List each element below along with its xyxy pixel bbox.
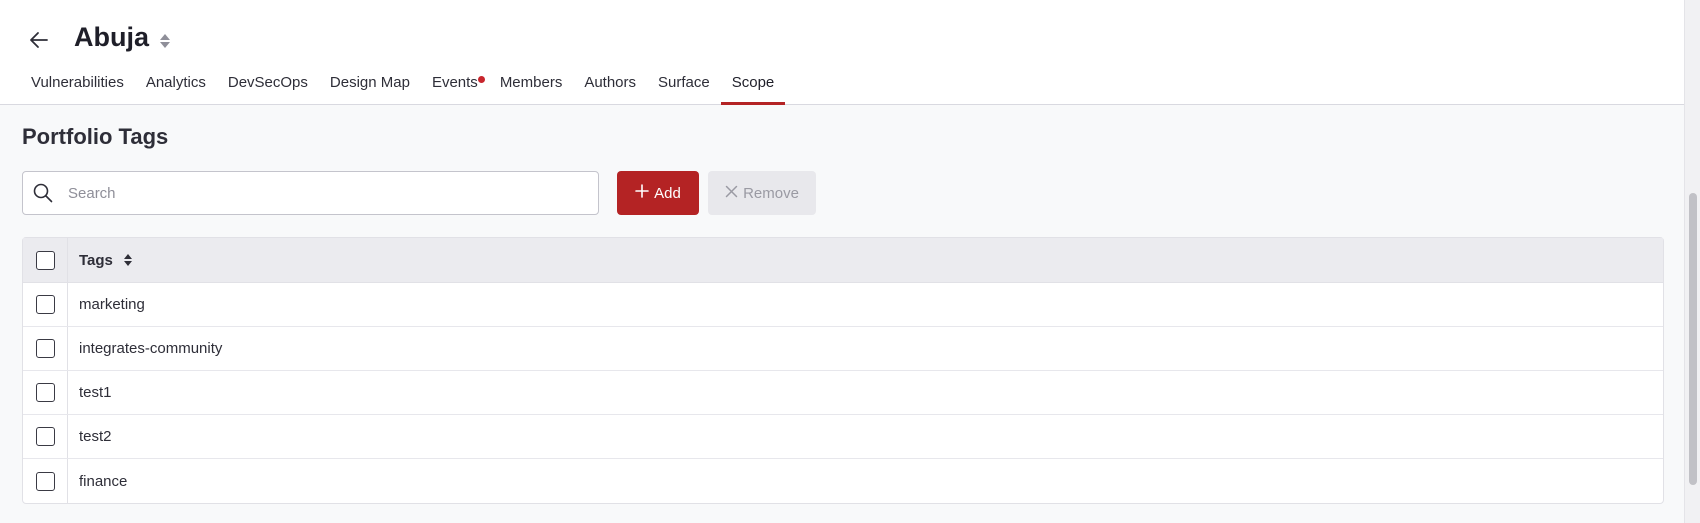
sort-selector-icon[interactable] [158, 32, 172, 50]
tab-label: Vulnerabilities [31, 74, 124, 91]
row-checkbox[interactable] [35, 427, 55, 446]
tab-label: Analytics [145, 74, 206, 91]
tab-label: Scope [731, 74, 775, 91]
table-row[interactable]: integrates-community [23, 327, 1663, 371]
table-row[interactable]: marketing [23, 283, 1663, 327]
search-icon [32, 182, 54, 204]
row-select-cell [23, 415, 68, 458]
tag-cell: test2 [79, 428, 112, 445]
tab-members[interactable]: Members [489, 64, 574, 105]
add-button[interactable]: Add [617, 171, 699, 215]
table-header-row: Tags [23, 238, 1663, 283]
row-select-cell [23, 371, 68, 414]
table-row[interactable]: finance [23, 459, 1663, 503]
row-checkbox[interactable] [35, 383, 55, 402]
row-select-cell [23, 459, 68, 503]
row-checkbox[interactable] [35, 471, 55, 491]
row-select-cell [23, 327, 68, 370]
tab-scope[interactable]: Scope [720, 64, 786, 105]
table-row[interactable]: test1 [23, 371, 1663, 415]
tab-bar: Vulnerabilities Analytics DevSecOps Desi… [20, 64, 785, 105]
sort-icon[interactable] [123, 252, 133, 268]
back-arrow-icon[interactable] [27, 28, 51, 52]
row-checkbox[interactable] [35, 339, 55, 358]
tag-cell: marketing [79, 296, 145, 313]
section-title: Portfolio Tags [22, 124, 169, 149]
search-box[interactable] [22, 171, 599, 215]
tab-label: DevSecOps [227, 74, 308, 91]
select-all-cell [23, 238, 68, 282]
column-header-label: Tags [79, 251, 113, 269]
remove-button-label: Remove [743, 184, 799, 202]
tag-cell: test1 [79, 384, 112, 401]
tag-cell: finance [79, 472, 128, 490]
row-select-cell [23, 283, 68, 326]
select-all-checkbox[interactable] [35, 250, 55, 270]
vertical-scrollbar[interactable] [1684, 0, 1700, 523]
tab-label: Authors [584, 74, 637, 91]
remove-button[interactable]: Remove [708, 171, 816, 215]
tab-analytics[interactable]: Analytics [135, 64, 217, 105]
tab-vulnerabilities[interactable]: Vulnerabilities [20, 64, 135, 105]
add-button-label: Add [654, 184, 681, 202]
plus-icon [635, 184, 649, 202]
tags-column-header[interactable]: Tags [68, 238, 133, 282]
tab-label: Design Map [329, 74, 410, 91]
page-header: Abuja Vulnerabilities Analytics DevSecOp… [0, 0, 1684, 105]
tab-surface[interactable]: Surface [647, 64, 721, 105]
tab-authors[interactable]: Authors [573, 64, 647, 105]
notification-badge [477, 76, 485, 83]
tag-cell: integrates-community [79, 340, 223, 357]
tags-table: Tags marketing integrates-community test… [22, 237, 1664, 504]
close-icon [725, 185, 738, 202]
search-input[interactable] [68, 184, 568, 202]
tab-label: Events [431, 74, 478, 91]
scrollbar-thumb[interactable] [1689, 193, 1697, 485]
tab-devsecops[interactable]: DevSecOps [217, 64, 319, 105]
row-checkbox[interactable] [35, 295, 55, 314]
tab-label: Surface [658, 74, 710, 91]
tab-label: Members [499, 74, 563, 91]
page-title: Abuja [74, 22, 150, 52]
table-row[interactable]: test2 [23, 415, 1663, 459]
tab-events[interactable]: Events [421, 64, 489, 105]
tab-design-map[interactable]: Design Map [319, 64, 421, 105]
